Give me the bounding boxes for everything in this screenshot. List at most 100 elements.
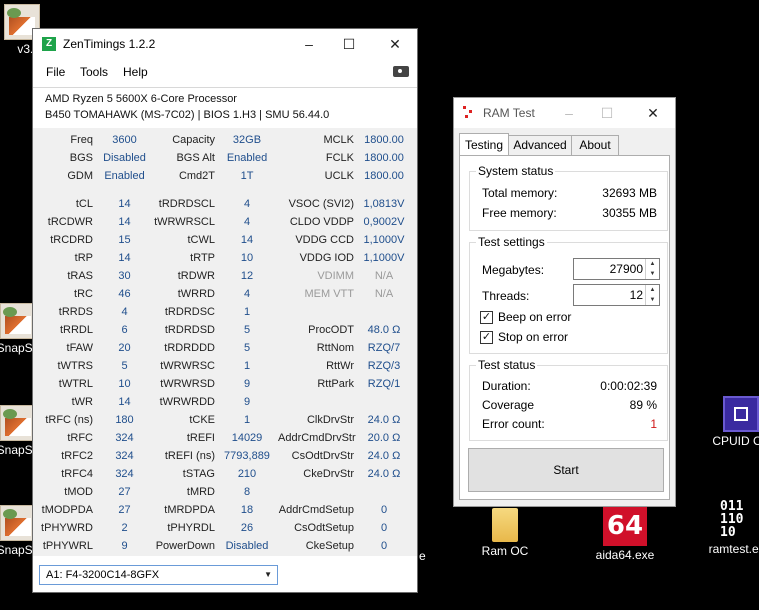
timing-value: 5	[121, 360, 128, 372]
timing-label: BGS	[69, 152, 93, 164]
title-bar[interactable]: RAM Test – ☐ ✕	[454, 98, 675, 128]
timing-value: 1800.00	[364, 152, 404, 164]
desktop-icon-ram-oc[interactable]: Ram OC	[465, 508, 545, 558]
timing-value: 0	[380, 504, 388, 516]
megabytes-stepper[interactable]: 27900 ▲ ▼	[573, 258, 660, 280]
timing-value: 6	[121, 324, 128, 336]
timing-label: CkeDrvStr	[303, 468, 354, 480]
timing-label: MCLK	[323, 134, 354, 146]
maximize-icon[interactable]: ☐	[595, 102, 619, 124]
threads-label: Threads:	[482, 289, 530, 303]
group-title: Test settings	[476, 235, 547, 249]
chevron-down-icon[interactable]: ▼	[646, 295, 659, 305]
timing-value: 32GB	[232, 134, 262, 146]
timing-value: 0	[380, 540, 388, 552]
duration-label: Duration:	[482, 379, 531, 393]
menu-tools[interactable]: Tools	[80, 65, 108, 79]
timing-label: Capacity	[172, 134, 215, 146]
timing-label: tRRDL	[59, 324, 93, 336]
timing-value: 10	[118, 378, 131, 390]
timing-label: CkeSetup	[305, 540, 354, 552]
desktop-icon-cpuid[interactable]: CPUID CP	[701, 396, 759, 448]
timing-value: 18	[240, 504, 254, 516]
chevron-down-icon[interactable]: ▼	[646, 269, 659, 279]
timing-label: CLDO VDDP	[289, 216, 354, 228]
timing-label: UCLK	[324, 170, 354, 182]
group-title: Test status	[476, 358, 538, 372]
snapshot-app-icon	[0, 505, 36, 541]
timing-label: MEM VTT	[304, 288, 355, 300]
beep-on-error-checkbox[interactable]: ✓	[480, 311, 493, 324]
start-button[interactable]: Start	[468, 448, 664, 492]
duration-value: 0:00:02:39	[600, 379, 657, 393]
timing-value: 30	[118, 270, 131, 282]
timing-value: 20	[118, 342, 131, 354]
tab-advanced[interactable]: Advanced	[508, 135, 572, 155]
window-title: ZenTimings 1.2.2	[63, 37, 156, 51]
threads-stepper[interactable]: 12 ▲ ▼	[573, 284, 660, 306]
timing-value: 9	[243, 396, 251, 408]
snapshot-app-icon	[0, 303, 36, 339]
timing-value: 48.0 Ω	[367, 324, 401, 336]
timing-value: 1,1000V	[363, 234, 405, 246]
stop-on-error-checkbox[interactable]: ✓	[480, 331, 493, 344]
timing-label: tWRWRSC	[160, 360, 215, 372]
timing-label: tRCDRD	[50, 234, 93, 246]
timing-label: tRFC4	[61, 468, 93, 480]
coverage-label: Coverage	[482, 398, 535, 412]
timing-label: tREFI	[186, 432, 215, 444]
timing-label: tCKE	[189, 414, 215, 426]
minimize-icon[interactable]: –	[297, 33, 321, 55]
timing-value: 14	[240, 234, 254, 246]
menu-bar: File Tools Help	[33, 59, 417, 83]
beep-on-error-label[interactable]: Beep on error	[498, 310, 571, 324]
desktop-icon-ramtest[interactable]: 01111010 ramtest.exe	[700, 500, 759, 556]
timing-value: 14	[118, 198, 131, 210]
zentimings-window: Z ZenTimings 1.2.2 – ☐ ✕ File Tools Help…	[32, 28, 418, 593]
timing-value: 0,9002V	[363, 216, 405, 228]
timing-value: 9	[121, 540, 128, 552]
chevron-up-icon[interactable]: ▲	[646, 285, 659, 295]
menu-file[interactable]: File	[46, 65, 65, 79]
timing-value: 1800.00	[364, 134, 404, 146]
timing-label: FCLK	[325, 152, 354, 164]
timing-label: CsOdtDrvStr	[291, 450, 354, 462]
timing-value: 15	[118, 234, 131, 246]
tab-about[interactable]: About	[571, 135, 619, 155]
ramtest-window: RAM Test – ☐ ✕ Testing Advanced About Sy…	[453, 97, 676, 507]
timing-value: 1,0813V	[363, 198, 405, 210]
timing-value: 7793,889	[224, 450, 270, 462]
timing-value: 2	[121, 522, 128, 534]
menu-help[interactable]: Help	[123, 65, 148, 79]
tab-testing[interactable]: Testing	[459, 133, 509, 155]
minimize-icon[interactable]: –	[557, 102, 581, 124]
testing-panel: System status Total memory: 32693 MB Fre…	[459, 155, 670, 500]
timing-value: 324	[115, 432, 134, 444]
timing-label: tRDRDDD	[164, 342, 215, 354]
desktop-icon-aida64[interactable]: 64 aida64.exe	[585, 506, 665, 562]
timing-value: Disabled	[103, 152, 146, 164]
timing-value: 5	[243, 324, 251, 336]
timing-value: 14	[118, 252, 131, 264]
timing-label: tWTRS	[57, 360, 93, 372]
timing-value: 4	[243, 288, 251, 300]
camera-icon[interactable]	[393, 66, 409, 77]
chevron-up-icon[interactable]: ▲	[646, 259, 659, 269]
timing-label: tRP	[74, 252, 93, 264]
timing-label: RttWr	[326, 360, 354, 372]
timing-label: tWRRD	[177, 288, 215, 300]
timing-label: tRAS	[67, 270, 93, 282]
maximize-icon[interactable]: ☐	[337, 33, 361, 55]
timing-label: tMOD	[64, 486, 93, 498]
ramtest-logo-icon	[463, 106, 475, 120]
stop-on-error-label[interactable]: Stop on error	[498, 330, 568, 344]
window-title: RAM Test	[483, 106, 535, 120]
timing-label: Cmd2T	[178, 170, 215, 182]
timing-value: N/A	[374, 288, 394, 300]
title-bar[interactable]: Z ZenTimings 1.2.2 – ☐ ✕	[33, 29, 417, 59]
close-icon[interactable]: ✕	[383, 33, 407, 55]
timing-label: PowerDown	[155, 540, 215, 552]
module-select[interactable]: A1: F4-3200C14-8GFX ▼	[39, 565, 278, 585]
desktop-icon-label-partial: e	[419, 549, 426, 563]
close-icon[interactable]: ✕	[641, 102, 665, 124]
